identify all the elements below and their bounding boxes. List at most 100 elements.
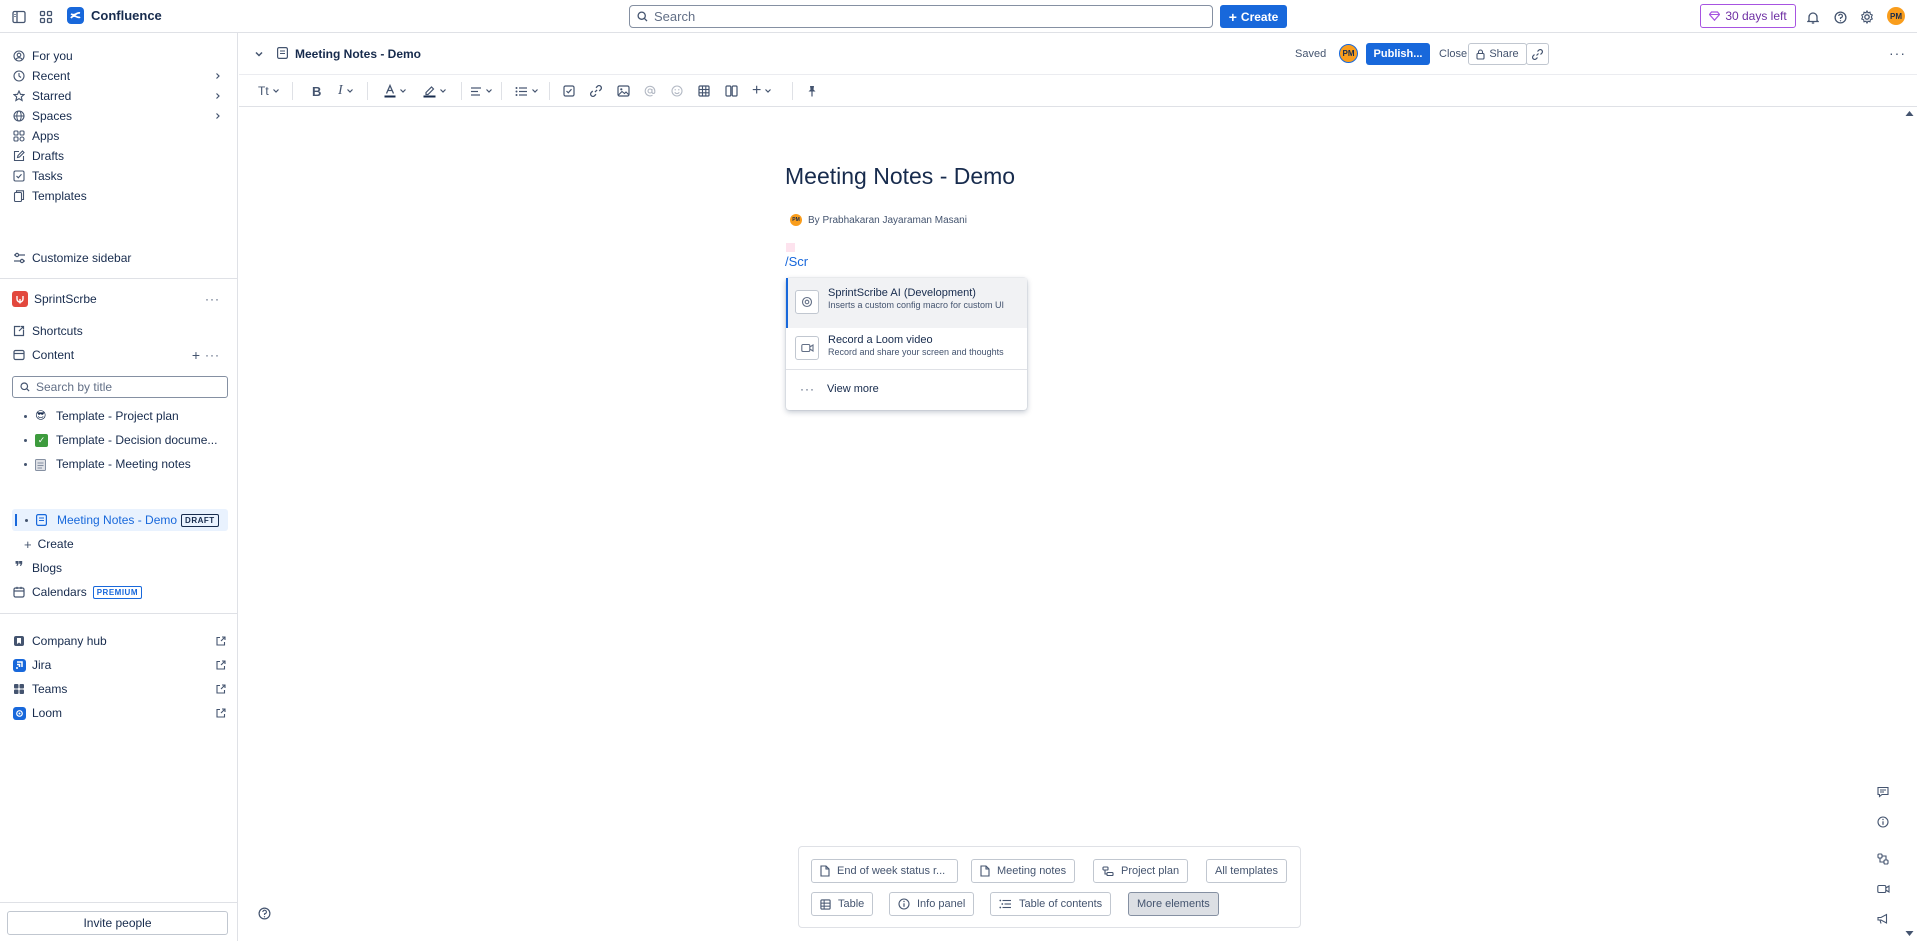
sidebar-item-blogs[interactable]: ❞ Blogs	[12, 557, 226, 579]
external-link-icon	[216, 660, 226, 670]
publish-button[interactable]: Publish...	[1366, 43, 1430, 65]
toolbar-divider	[367, 82, 368, 100]
text-color-dropdown[interactable]	[384, 83, 407, 99]
italic-dropdown[interactable]: I	[338, 83, 354, 99]
insert-dropdown[interactable]: +	[752, 83, 772, 99]
more-actions-icon[interactable]: ···	[1889, 45, 1906, 61]
sidebar-item-spaces[interactable]: Spaces	[12, 105, 226, 127]
chevron-right-icon[interactable]	[214, 112, 222, 120]
element-table[interactable]: Table	[811, 892, 874, 916]
content-more-icon[interactable]: ···	[205, 348, 220, 362]
customize-sidebar[interactable]: Customize sidebar	[12, 247, 226, 269]
external-link-icon	[216, 684, 226, 694]
sidebar-item-apps[interactable]: Apps	[12, 125, 226, 147]
globe-icon	[12, 109, 26, 123]
invite-people-button[interactable]: Invite people	[7, 911, 228, 935]
all-templates-button[interactable]: All templates	[1206, 859, 1287, 883]
tree-bullet	[25, 518, 28, 522]
template-label: All templates	[1215, 865, 1278, 877]
user-circle-icon	[12, 49, 26, 63]
chevron-right-icon[interactable]	[214, 72, 222, 80]
sidebar-item-calendars[interactable]: Calendars PREMIUM	[12, 581, 226, 603]
sidebar-item-label: Templates	[32, 189, 87, 203]
element-table-of-contents[interactable]: Table of contents	[990, 892, 1112, 916]
more-elements-button[interactable]: More elements	[1128, 892, 1219, 916]
tree-item-meeting-notes[interactable]: Template - Meeting notes	[24, 453, 228, 475]
settings-gear-icon[interactable]	[1857, 7, 1877, 27]
sidebar-item-label: Starred	[32, 89, 72, 103]
sidebar-toggle-icon[interactable]	[9, 7, 29, 27]
bold-icon[interactable]: B	[312, 83, 321, 99]
chevron-right-icon[interactable]	[214, 92, 222, 100]
scroll-down-arrow-icon[interactable]	[1905, 930, 1914, 937]
sidebar-item-tasks[interactable]: Tasks	[12, 165, 226, 187]
highlight-dropdown[interactable]	[423, 83, 447, 99]
tree-item-meeting-notes-demo[interactable]: Meeting Notes - Demo DRAFT	[12, 509, 228, 531]
text-style-dropdown[interactable]: Tt	[258, 83, 280, 99]
confluence-logo[interactable]: Confluence	[67, 7, 162, 24]
video-camera-icon[interactable]	[1874, 880, 1892, 898]
pin-toolbar-icon[interactable]	[807, 83, 817, 99]
space-header[interactable]: SprintScrbe ···	[12, 288, 226, 310]
sidebar-item-company-hub[interactable]: Company hub	[12, 630, 226, 652]
content-search-input[interactable]: Search by title	[12, 376, 228, 398]
link-icon[interactable]	[590, 83, 602, 99]
search-input[interactable]: Search	[629, 5, 1213, 28]
sidebar-item-loom[interactable]: Loom	[12, 702, 226, 724]
template-meeting-notes[interactable]: Meeting notes	[971, 859, 1076, 883]
app-switcher-icon[interactable]	[36, 7, 56, 27]
sidebar-item-label: Recent	[32, 69, 71, 83]
slash-command-text[interactable]: /Scr	[785, 254, 808, 269]
sidebar-item-jira[interactable]: Jira	[12, 654, 226, 676]
emoji-icon[interactable]	[671, 83, 683, 99]
create-button[interactable]: + Create	[1220, 5, 1287, 28]
sidebar-item-recent[interactable]: Recent	[12, 65, 226, 87]
info-icon[interactable]	[1874, 813, 1892, 831]
sidebar-item-drafts[interactable]: Drafts	[12, 145, 226, 167]
space-more-icon[interactable]: ···	[205, 292, 220, 306]
share-button[interactable]: Share	[1468, 43, 1527, 65]
copy-link-button[interactable]	[1526, 43, 1549, 65]
teams-icon	[12, 682, 26, 696]
sidebar-item-content[interactable]: Content + ···	[12, 344, 226, 366]
sidebar-item-shortcuts[interactable]: Shortcuts	[12, 320, 226, 342]
sidebar-item-templates[interactable]: Templates	[12, 185, 226, 207]
page-title[interactable]: Meeting Notes - Demo	[785, 163, 1015, 190]
add-content-icon[interactable]: +	[192, 347, 200, 363]
scroll-up-arrow-icon[interactable]	[1905, 110, 1914, 117]
help-icon[interactable]	[1830, 7, 1850, 27]
table-icon[interactable]	[698, 83, 710, 99]
sidebar-item-starred[interactable]: Starred	[12, 85, 226, 107]
close-button[interactable]: Close	[1439, 48, 1467, 60]
notifications-icon[interactable]	[1803, 7, 1823, 27]
announcement-icon[interactable]	[1874, 910, 1892, 928]
tree-create-button[interactable]: + Create	[24, 533, 228, 555]
tree-item-project-plan[interactable]: 😎 Template - Project plan	[24, 405, 228, 427]
alignment-dropdown[interactable]	[470, 83, 493, 99]
list-dropdown[interactable]	[515, 83, 539, 99]
collaborator-avatar[interactable]: PM	[1339, 44, 1358, 63]
action-item-icon[interactable]	[563, 83, 575, 99]
template-project-plan[interactable]: Project plan	[1093, 859, 1189, 883]
sidebar-item-teams[interactable]: Teams	[12, 678, 226, 700]
sidebar-item-for-you[interactable]: For you	[12, 45, 226, 67]
user-avatar[interactable]: PM	[1887, 7, 1905, 25]
mention-icon[interactable]	[644, 83, 656, 99]
menu-item-sprintscribe-ai[interactable]: SprintScribe AI (Development) Inserts a …	[786, 278, 1027, 328]
quote-icon: ❞	[14, 559, 24, 576]
template-end-of-week-status[interactable]: End of week status r...	[811, 859, 958, 883]
search-placeholder: Search	[654, 9, 696, 24]
menu-item-text: Record a Loom video Record and share you…	[828, 334, 1004, 358]
trial-button[interactable]: 30 days left	[1700, 4, 1796, 28]
tree-item-decision-document[interactable]: ✓ Template - Decision docume...	[24, 429, 228, 451]
collapse-chevron-icon[interactable]	[254, 49, 264, 59]
layouts-icon[interactable]	[725, 83, 738, 99]
help-icon[interactable]	[258, 907, 271, 920]
author-avatar[interactable]: PM	[790, 214, 802, 226]
menu-item-record-loom[interactable]: Record a Loom video Record and share you…	[786, 333, 1027, 369]
image-icon[interactable]	[617, 83, 630, 99]
comment-icon[interactable]	[1874, 783, 1892, 801]
element-info-panel[interactable]: Info panel	[889, 892, 975, 916]
ai-assist-icon[interactable]	[1874, 850, 1892, 868]
menu-view-more[interactable]: ··· View more	[786, 376, 1027, 402]
